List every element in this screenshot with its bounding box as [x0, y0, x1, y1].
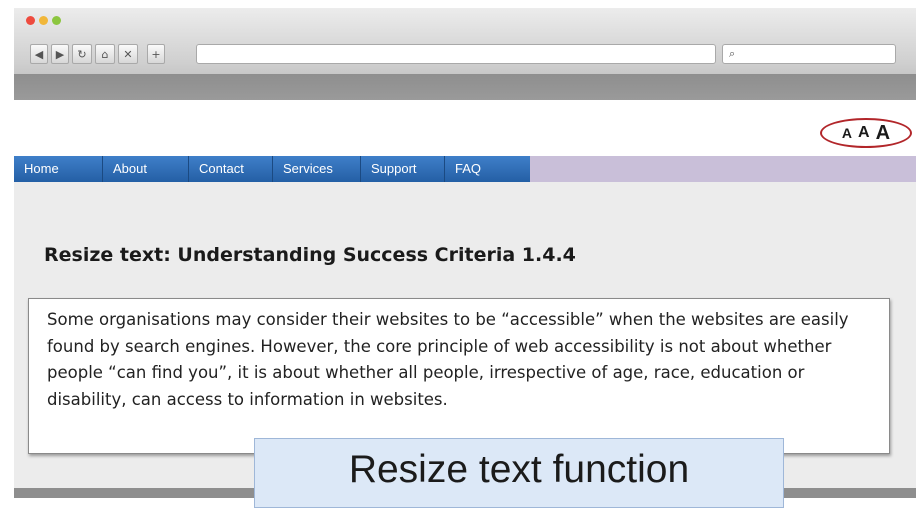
- menu-item-faq[interactable]: FAQ: [445, 156, 530, 182]
- page-header: A A A: [14, 100, 916, 156]
- main-menu: Home About Contact Services Support FAQ: [14, 156, 530, 182]
- page-title: Resize text: Understanding Success Crite…: [44, 244, 576, 266]
- new-tab-icon[interactable]: +: [147, 44, 165, 64]
- back-icon[interactable]: ◀: [30, 44, 48, 64]
- nav-bar: Home About Contact Services Support FAQ: [14, 156, 916, 182]
- menu-item-support[interactable]: Support: [361, 156, 445, 182]
- text-size-small-button[interactable]: A: [842, 125, 852, 141]
- toolbar-divider: [14, 74, 916, 100]
- search-icon: ⌕: [729, 47, 736, 60]
- content-text-box: Some organisations may consider their we…: [28, 298, 890, 454]
- browser-window: ◀ ▶ ↻ ⌂ ✕ + ⌕ A A A Home About Contact S…: [14, 8, 916, 498]
- search-field[interactable]: ⌕: [722, 44, 896, 64]
- close-window-icon[interactable]: [26, 16, 35, 25]
- menu-item-home[interactable]: Home: [14, 156, 103, 182]
- navigation-buttons: ◀ ▶ ↻ ⌂ ✕ +: [30, 44, 165, 64]
- forward-icon[interactable]: ▶: [51, 44, 69, 64]
- text-size-large-button[interactable]: A: [876, 122, 890, 145]
- text-size-medium-button[interactable]: A: [858, 124, 870, 142]
- stop-icon[interactable]: ✕: [118, 44, 138, 64]
- text-resize-control: A A A: [820, 118, 912, 148]
- browser-toolbar: ◀ ▶ ↻ ⌂ ✕ + ⌕: [14, 8, 916, 100]
- zoom-window-icon[interactable]: [52, 16, 61, 25]
- minimize-window-icon[interactable]: [39, 16, 48, 25]
- address-bar[interactable]: [196, 44, 716, 64]
- menu-item-services[interactable]: Services: [273, 156, 361, 182]
- menu-item-about[interactable]: About: [103, 156, 189, 182]
- reload-icon[interactable]: ↻: [72, 44, 92, 64]
- window-controls: [26, 16, 61, 25]
- menu-item-contact[interactable]: Contact: [189, 156, 273, 182]
- home-icon[interactable]: ⌂: [95, 44, 115, 64]
